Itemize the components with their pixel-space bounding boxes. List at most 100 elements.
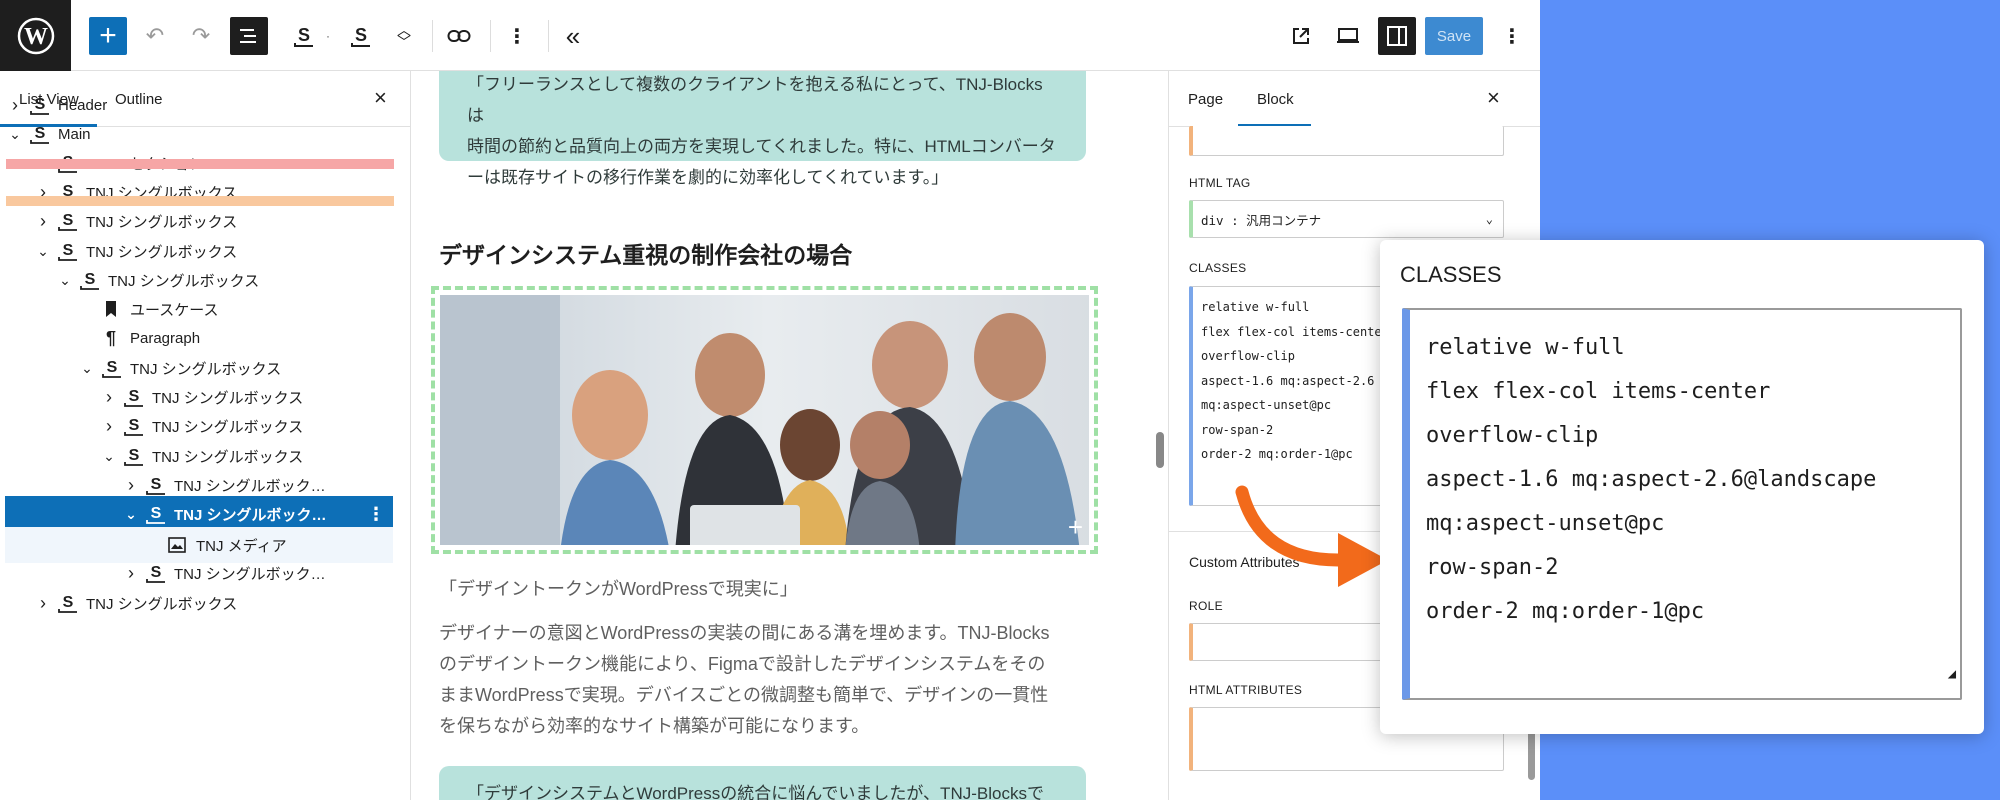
undo-button[interactable]: ↶ xyxy=(138,17,172,55)
svg-text:S: S xyxy=(298,25,310,45)
chevron-down-icon[interactable]: ⌄ xyxy=(102,448,116,465)
block-icon: S xyxy=(78,269,100,291)
svg-text:S: S xyxy=(63,212,74,229)
svg-text:S: S xyxy=(151,564,162,581)
svg-text:S: S xyxy=(35,96,46,113)
testimonial-quote[interactable]: 「フリーランスとして複数のクライアントを抱える私にとって、TNJ-Blocksは… xyxy=(439,71,1086,187)
list-view-item-label: TNJ シングルボックス xyxy=(130,360,282,378)
preview-button[interactable] xyxy=(1331,17,1365,55)
svg-text:S: S xyxy=(129,417,140,434)
caption-text[interactable]: 「デザイントークンがWordPressで現実に」 xyxy=(439,575,798,601)
parent-block-button[interactable]: S xyxy=(343,17,377,55)
role-label: ROLE xyxy=(1189,599,1223,613)
chevron-right-icon[interactable]: › xyxy=(36,593,50,614)
options-button[interactable]: ⋮ xyxy=(1495,17,1529,55)
block-icon: S xyxy=(28,94,50,116)
block-icon: S xyxy=(144,562,166,584)
external-link-icon xyxy=(1293,28,1309,44)
svg-text:S: S xyxy=(129,447,140,464)
desktop-icon xyxy=(1337,28,1359,43)
list-view-item-label: TNJ シングルボックス xyxy=(152,418,304,436)
canvas-scrollbar[interactable] xyxy=(1156,432,1164,468)
svg-text:S: S xyxy=(85,271,96,288)
class-line: mq:aspect-unset@pc xyxy=(1426,511,1665,536)
block-icon: S xyxy=(294,25,313,47)
block-icon: S xyxy=(122,445,144,467)
classes-zoom-callout: CLASSES relative w-full flex flex-col it… xyxy=(1380,240,1984,734)
plus-icon: + xyxy=(99,19,117,52)
collapse-icon: « xyxy=(565,20,581,51)
close-settings-button[interactable]: × xyxy=(1487,87,1500,109)
chevron-right-icon[interactable]: › xyxy=(36,211,50,232)
collapse-toolbar-button[interactable]: « xyxy=(556,17,590,55)
chevron-right-icon[interactable]: › xyxy=(124,563,138,584)
callout-arrow xyxy=(1235,485,1388,587)
list-view-item-label: TNJ シングルボックス xyxy=(86,243,238,261)
html-tag-label: HTML TAG xyxy=(1189,176,1251,190)
block-icon: S xyxy=(56,240,78,262)
add-block-button[interactable]: + xyxy=(89,17,127,55)
paragraph-line: のデザイントークン機能により、Figmaで設計したデザインシステムをその xyxy=(439,654,1046,674)
html-attributes-label: HTML ATTRIBUTES xyxy=(1189,683,1303,697)
chevron-right-icon[interactable]: › xyxy=(102,416,116,437)
redo-button[interactable]: ↷ xyxy=(184,17,218,55)
testimonial-quote-bottom[interactable]: 「デザインシステムとWordPressの統合に悩んでいましたが、TNJ-Bloc… xyxy=(439,766,1086,800)
block-editor: W + ↶ ↷ S · S ︿ ﹀ ⋮ « Save ⋮ List View O… xyxy=(0,0,1540,800)
more-vertical-icon: ⋮ xyxy=(507,25,527,48)
block-icon: S xyxy=(144,503,166,525)
wordpress-logo-icon[interactable]: W xyxy=(0,0,71,71)
block-type-button[interactable]: S xyxy=(286,17,320,55)
toolbar-divider xyxy=(548,20,549,52)
block-icon: S xyxy=(122,386,144,408)
chevron-down-icon[interactable]: ⌄ xyxy=(36,243,50,260)
svg-text:S: S xyxy=(129,388,140,405)
zoom-classes-textarea[interactable]: relative w-full flex flex-col items-cent… xyxy=(1402,308,1962,700)
quote-line: 時間の節約と品質向上の両方を実現してくれました。特に、HTMLコンバータ xyxy=(467,137,1056,156)
list-view-button[interactable] xyxy=(230,17,268,55)
previous-field[interactable] xyxy=(1189,126,1504,156)
class-line: relative w-full xyxy=(1426,335,1625,360)
link-icon xyxy=(447,30,471,42)
block-options-button[interactable]: ⋮ xyxy=(500,17,534,55)
chevron-right-icon[interactable]: › xyxy=(102,387,116,408)
block-icon: S xyxy=(144,474,166,496)
chevron-down-icon: ⌄ xyxy=(1485,212,1493,226)
section-heading[interactable]: デザインシステム重視の制作会社の場合 xyxy=(439,236,852,270)
link-button[interactable] xyxy=(442,17,476,55)
block-icon: S xyxy=(56,210,78,232)
chevron-down-icon[interactable]: ⌄ xyxy=(124,506,138,523)
list-view-item[interactable]: › S TNJ シングルボックス xyxy=(0,585,400,621)
add-block-plus-icon[interactable]: + xyxy=(1068,512,1083,543)
selected-media-block[interactable]: + xyxy=(431,286,1098,554)
save-button[interactable]: Save xyxy=(1425,17,1483,55)
list-view-item-label: TNJ シングルボック… xyxy=(174,506,327,524)
tab-page[interactable]: Page xyxy=(1188,91,1223,108)
chevron-down-icon[interactable]: ⌄ xyxy=(58,272,72,289)
list-view-item-label: Paragraph xyxy=(130,329,201,347)
zoom-classes-title: CLASSES xyxy=(1400,262,1502,287)
block-icon: S xyxy=(122,415,144,437)
chevron-right-icon[interactable]: › xyxy=(8,95,22,116)
list-view-item-label: Header xyxy=(58,96,108,114)
html-tag-select[interactable]: div : 汎用コンテナ ⌄ xyxy=(1189,200,1504,238)
view-page-button[interactable] xyxy=(1284,17,1318,55)
chevron-right-icon[interactable]: › xyxy=(124,475,138,496)
separator-dot: · xyxy=(326,29,330,43)
class-line: order-2 mq:order-1@pc xyxy=(1426,599,1705,624)
move-button[interactable]: ︿ ﹀ xyxy=(392,17,416,55)
chevron-down-icon[interactable]: ⌄ xyxy=(8,126,22,143)
settings-sidebar-toggle[interactable] xyxy=(1378,17,1416,55)
paragraph-icon: ¶ xyxy=(100,327,122,349)
more-vertical-icon[interactable]: ⋮ xyxy=(367,504,385,525)
list-view-item-label: TNJ シングルボックス xyxy=(86,595,238,613)
body-paragraph[interactable]: デザイナーの意図とWordPressの実装の間にある溝を埋めます。TNJ-Blo… xyxy=(439,618,1079,742)
list-view-item-label: ユースケース xyxy=(130,301,219,319)
list-view-panel: List View Outline × ›SHeader⌄SMain›SHERO… xyxy=(0,71,411,800)
svg-text:S: S xyxy=(63,594,74,611)
list-view-item-label: TNJ シングルボックス xyxy=(108,272,260,290)
class-line: row-span-2 xyxy=(1426,555,1559,580)
undo-icon: ↶ xyxy=(145,23,165,48)
tab-block[interactable]: Block xyxy=(1257,91,1294,108)
chevron-down-icon[interactable]: ⌄ xyxy=(80,360,94,377)
resize-handle-icon[interactable]: ◢ xyxy=(1948,652,1956,696)
